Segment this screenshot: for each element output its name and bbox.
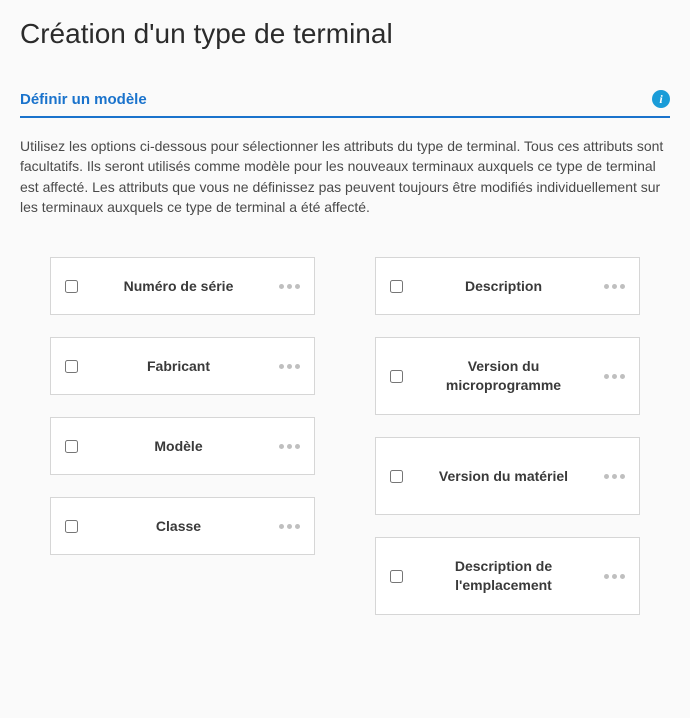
attribute-checkbox[interactable] [65, 520, 78, 533]
attribute-checkbox[interactable] [390, 570, 403, 583]
attribute-checkbox[interactable] [65, 280, 78, 293]
attribute-label: Fabricant [78, 357, 279, 376]
page-title: Création d'un type de terminal [20, 18, 670, 50]
attribute-card: Version du matériel [375, 437, 640, 515]
more-icon[interactable] [604, 574, 625, 579]
more-icon[interactable] [604, 474, 625, 479]
attribute-label: Modèle [78, 437, 279, 456]
attribute-card: Version du microprogramme [375, 337, 640, 415]
attribute-label: Description de l'emplacement [403, 557, 604, 595]
attribute-label: Version du microprogramme [403, 357, 604, 395]
section-description: Utilisez les options ci-dessous pour sél… [20, 136, 670, 217]
attribute-card: Description de l'emplacement [375, 537, 640, 615]
attribute-checkbox[interactable] [390, 470, 403, 483]
attribute-card: Description [375, 257, 640, 315]
attribute-label: Numéro de série [78, 277, 279, 296]
attribute-card: Classe [50, 497, 315, 555]
attribute-checkbox[interactable] [65, 440, 78, 453]
info-icon[interactable]: i [652, 90, 670, 108]
more-icon[interactable] [604, 374, 625, 379]
attribute-column-right: Description Version du microprogramme Vers… [375, 257, 640, 615]
attribute-card: Modèle [50, 417, 315, 475]
attribute-checkbox[interactable] [390, 370, 403, 383]
attribute-column-left: Numéro de série Fabricant Modèle Classe [50, 257, 315, 615]
more-icon[interactable] [279, 524, 300, 529]
attribute-card: Numéro de série [50, 257, 315, 315]
more-icon[interactable] [279, 364, 300, 369]
section-header: Définir un modèle i [20, 90, 670, 108]
section-title: Définir un modèle [20, 91, 147, 108]
attribute-checkbox[interactable] [390, 280, 403, 293]
attribute-label: Classe [78, 517, 279, 536]
more-icon[interactable] [279, 284, 300, 289]
more-icon[interactable] [604, 284, 625, 289]
more-icon[interactable] [279, 444, 300, 449]
attribute-card: Fabricant [50, 337, 315, 395]
attribute-label: Version du matériel [403, 467, 604, 486]
attribute-label: Description [403, 277, 604, 296]
divider [20, 116, 670, 118]
attribute-grid: Numéro de série Fabricant Modèle Classe Des… [20, 257, 670, 615]
attribute-checkbox[interactable] [65, 360, 78, 373]
